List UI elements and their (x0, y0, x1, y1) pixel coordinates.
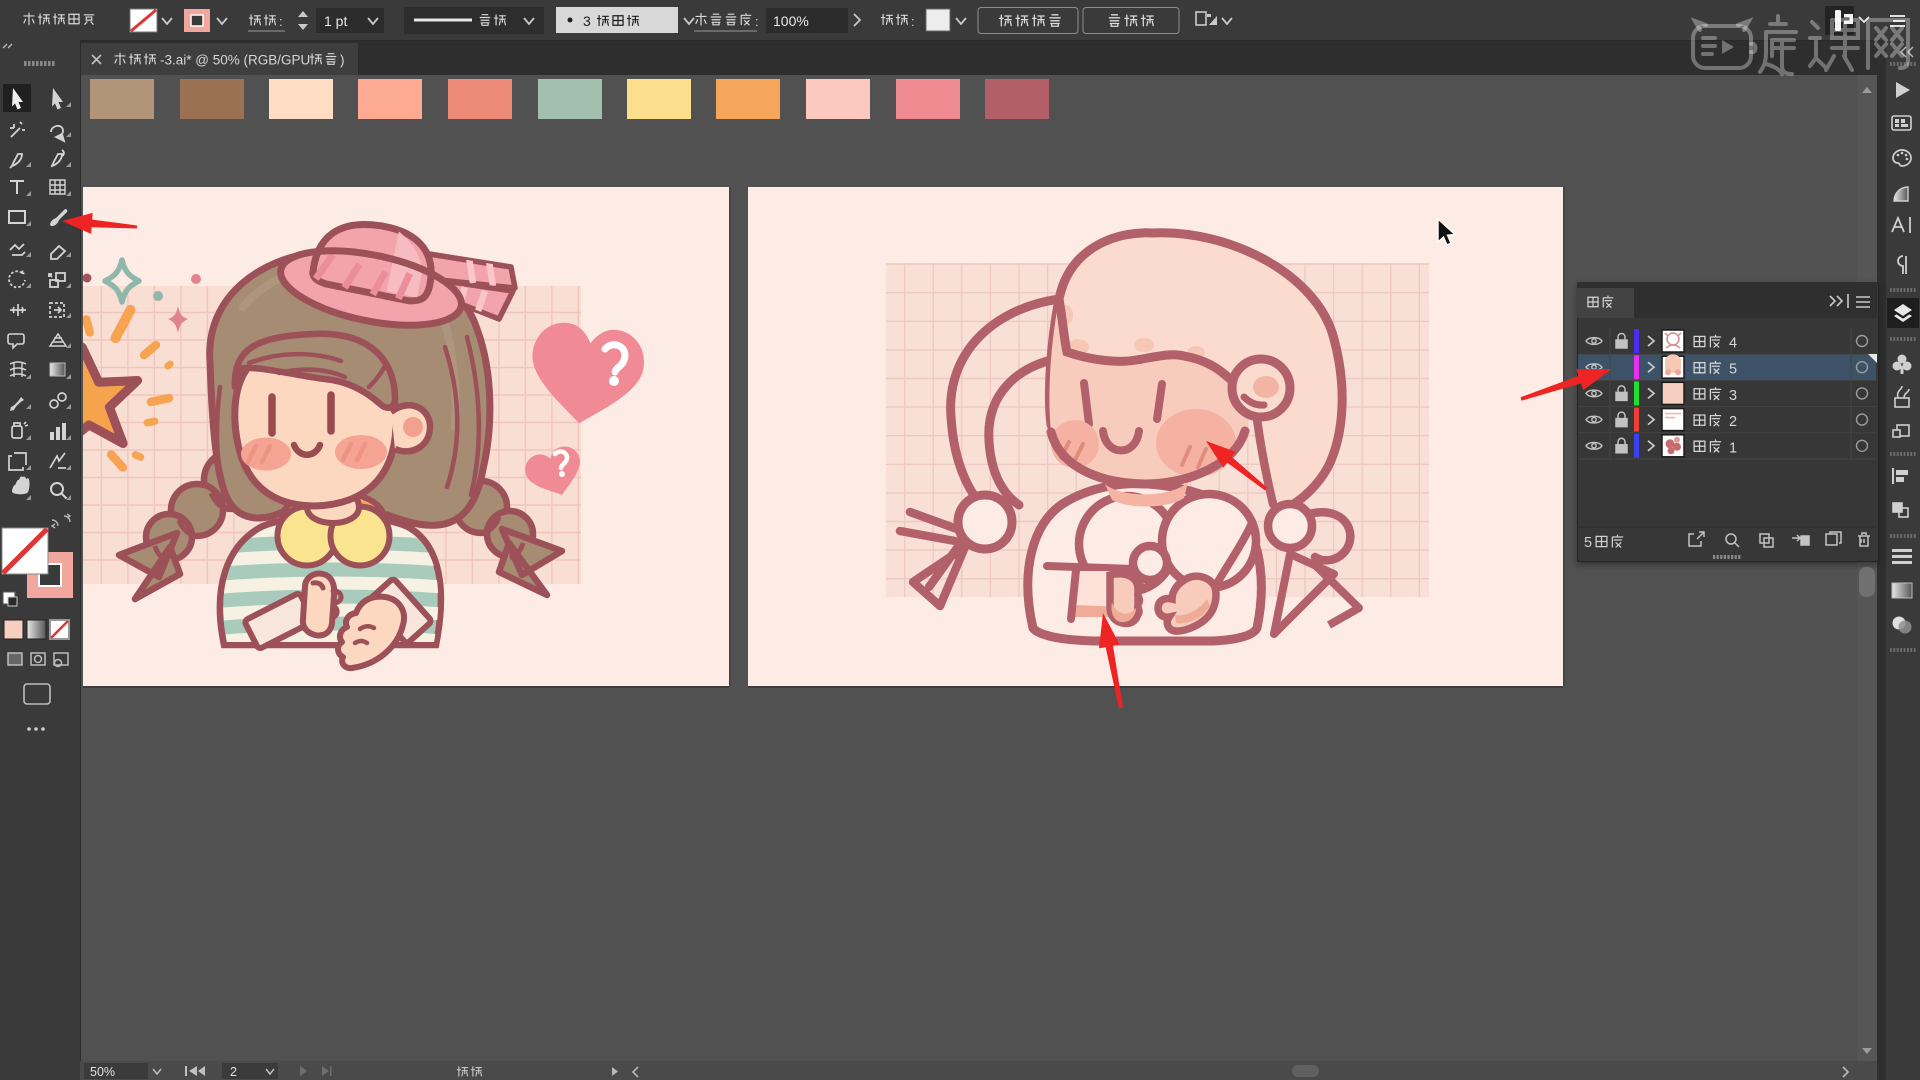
svg-text:1 pt: 1 pt (324, 13, 347, 29)
svg-text:5: 5 (1584, 535, 1592, 551)
svg-text:2: 2 (230, 1065, 237, 1079)
svg-text:2: 2 (1729, 414, 1737, 430)
svg-text::: : (279, 14, 283, 29)
svg-text:-3.ai* @ 50% (RGB/GPU: -3.ai* @ 50% (RGB/GPU (160, 53, 310, 68)
svg-text:5: 5 (1729, 362, 1737, 378)
svg-text::: : (911, 14, 915, 29)
svg-text:4: 4 (1729, 336, 1737, 352)
svg-text:100%: 100% (773, 13, 809, 29)
svg-text:1: 1 (1729, 440, 1737, 456)
svg-text:3: 3 (583, 13, 591, 29)
svg-text:): ) (340, 53, 345, 68)
svg-text::: : (755, 14, 759, 29)
svg-text:50%: 50% (90, 1065, 115, 1079)
svg-text:3: 3 (1729, 388, 1737, 404)
